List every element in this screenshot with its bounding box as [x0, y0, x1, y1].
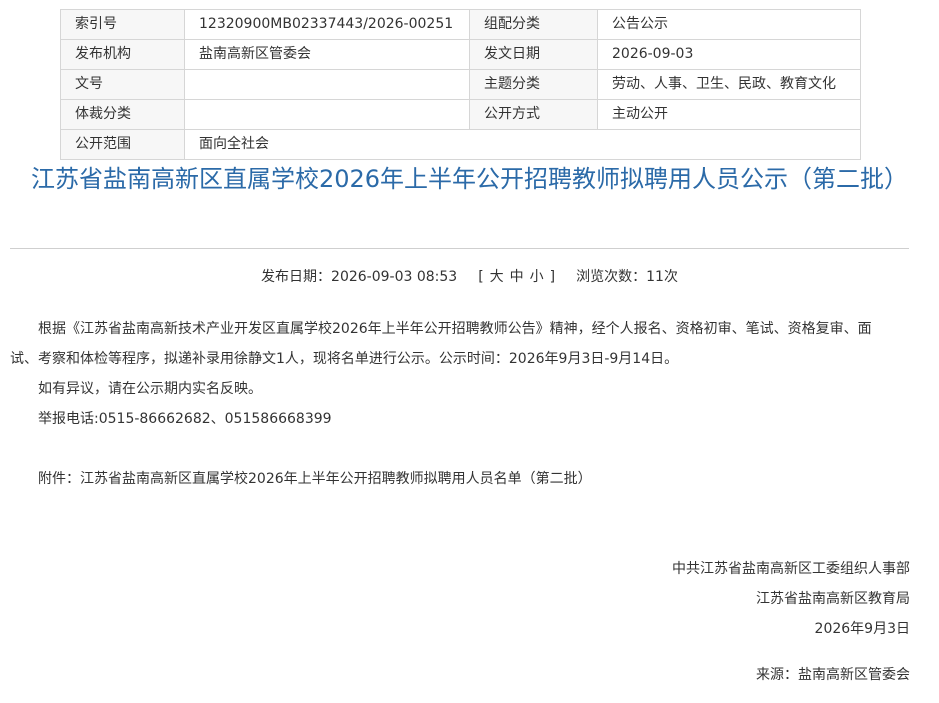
attachment-link[interactable]: 附件：江苏省盐南高新区直属学校2026年上半年公开招聘教师拟聘用人员名单（第二批…: [10, 464, 890, 494]
metadata-key: 组配分类: [469, 9, 598, 40]
metadata-key: 公开方式: [469, 99, 598, 130]
metadata-key: 发文日期: [469, 39, 598, 70]
publish-date: 发布日期：2026-09-03 08:53: [261, 269, 458, 285]
document-metadata-table: 索引号 12320900MB02337443/2026-00251 组配分类 公…: [60, 9, 861, 160]
metadata-value: 盐南高新区管委会: [184, 39, 470, 70]
signoff-block: 中共江苏省盐南高新区工委组织人事部 江苏省盐南高新区教育局 2026年9月3日: [672, 554, 910, 644]
metadata-value: 劳动、人事、卫生、民政、教育文化: [597, 69, 861, 100]
metadata-value: 2026-09-03: [597, 39, 861, 70]
font-size-open-bracket: [: [478, 269, 484, 285]
metadata-key: 发布机构: [60, 39, 185, 70]
article-body: 根据《江苏省盐南高新技术产业开发区直属学校2026年上半年公开招聘教师公告》精神…: [10, 314, 890, 494]
metadata-value: 面向全社会: [184, 129, 861, 160]
title-divider: [10, 248, 909, 249]
article-source: 来源：盐南高新区管委会: [756, 667, 910, 683]
view-count: 浏览次数：11次: [576, 269, 678, 285]
metadata-key: 公开范围: [60, 129, 185, 160]
article-paragraph: 举报电话:0515-86662682、051586668399: [38, 411, 332, 427]
metadata-value: 12320900MB02337443/2026-00251: [184, 9, 470, 40]
metadata-row: 发布机构 盐南高新区管委会 发文日期 2026-09-03: [60, 39, 861, 70]
metadata-value: [184, 69, 470, 100]
signoff-line: 中共江苏省盐南高新区工委组织人事部: [672, 561, 910, 577]
metadata-key: 主题分类: [469, 69, 598, 100]
article-paragraph: 如有异议，请在公示期内实名反映。: [38, 381, 262, 397]
article-title: 江苏省盐南高新区直属学校2026年上半年公开招聘教师拟聘用人员公示（第二批）: [30, 165, 909, 193]
metadata-key: 文号: [60, 69, 185, 100]
metadata-value: 公告公示: [597, 9, 861, 40]
metadata-value: [184, 99, 470, 130]
metadata-row: 公开范围 面向全社会: [60, 129, 861, 160]
signoff-line: 江苏省盐南高新区教育局: [756, 591, 910, 607]
metadata-row: 文号 主题分类 劳动、人事、卫生、民政、教育文化: [60, 69, 861, 100]
font-size-medium-button[interactable]: 中: [510, 269, 524, 285]
metadata-key: 体裁分类: [60, 99, 185, 130]
font-size-small-button[interactable]: 小: [530, 269, 544, 285]
metadata-row: 体裁分类 公开方式 主动公开: [60, 99, 861, 130]
article-paragraph: 根据《江苏省盐南高新技术产业开发区直属学校2026年上半年公开招聘教师公告》精神…: [10, 321, 872, 367]
font-size-large-button[interactable]: 大: [490, 269, 504, 285]
font-size-close-bracket: ]: [549, 269, 556, 285]
article-info-bar: 发布日期：2026-09-03 08:53 [ 大中小] 浏览次数：11次: [0, 266, 939, 288]
font-size-control: [ 大中小]: [475, 269, 558, 285]
metadata-key: 索引号: [60, 9, 185, 40]
metadata-row: 索引号 12320900MB02337443/2026-00251 组配分类 公…: [60, 9, 861, 40]
signoff-date: 2026年9月3日: [814, 621, 910, 637]
metadata-value: 主动公开: [597, 99, 861, 130]
